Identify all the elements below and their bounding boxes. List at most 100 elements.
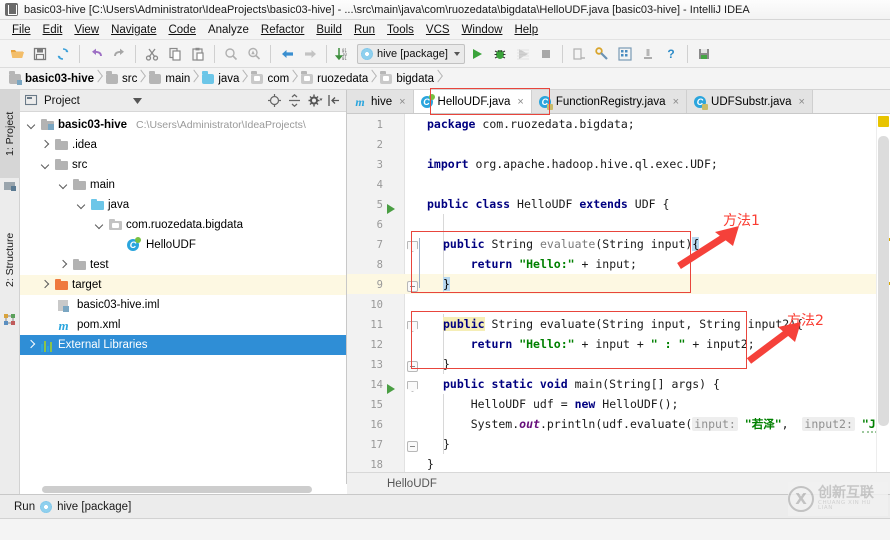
chevron-down-icon[interactable] bbox=[40, 160, 51, 171]
breadcrumb-label: com bbox=[267, 72, 290, 85]
chevron-right-icon[interactable] bbox=[40, 280, 51, 291]
open-project-icon[interactable] bbox=[6, 43, 28, 65]
menu-file[interactable]: File bbox=[6, 22, 37, 38]
fold-marker-icon[interactable] bbox=[407, 441, 418, 452]
breadcrumb-item-bigdata[interactable]: bigdata bbox=[377, 68, 443, 90]
java-decompiled-icon: C bbox=[692, 93, 709, 110]
hide-icon[interactable] bbox=[328, 94, 341, 107]
window-title: basic03-hive [C:\Users\Administrator\Ide… bbox=[24, 3, 750, 16]
paste-icon[interactable] bbox=[187, 43, 209, 65]
menu-code[interactable]: Code bbox=[162, 22, 202, 38]
code-editor[interactable]: 1 2 3 4 5 6 7 8 9 10 11 12 13 14 15 16 1… bbox=[347, 114, 890, 494]
sdk-icon[interactable] bbox=[637, 43, 659, 65]
forward-icon[interactable] bbox=[299, 43, 321, 65]
tab-hive[interactable]: m hive × bbox=[347, 90, 414, 113]
tree-item-iml[interactable]: basic03-hive.iml bbox=[20, 295, 346, 315]
breadcrumb-item-com[interactable]: com bbox=[248, 68, 298, 90]
back-icon[interactable] bbox=[276, 43, 298, 65]
cut-icon[interactable] bbox=[141, 43, 163, 65]
project-structure-icon[interactable] bbox=[614, 43, 636, 65]
settings-wrench-icon[interactable] bbox=[591, 43, 613, 65]
tree-item-src[interactable]: src bbox=[20, 155, 346, 175]
menu-view[interactable]: View bbox=[68, 22, 105, 38]
tree-item-idea[interactable]: .idea bbox=[20, 135, 346, 155]
fold-marker-icon[interactable] bbox=[407, 361, 418, 372]
run-method-marker-icon[interactable] bbox=[387, 384, 395, 394]
run-coverage-icon[interactable] bbox=[512, 43, 534, 65]
menu-navigate[interactable]: Navigate bbox=[105, 22, 162, 38]
menu-tools[interactable]: Tools bbox=[381, 22, 420, 38]
run-class-marker-icon[interactable] bbox=[387, 204, 395, 214]
close-icon[interactable]: × bbox=[673, 96, 679, 108]
chevron-right-icon[interactable] bbox=[40, 140, 51, 151]
caret-context-bar bbox=[419, 238, 420, 288]
run-tool-window-label[interactable]: Run bbox=[14, 501, 35, 513]
debug-icon[interactable] bbox=[489, 43, 511, 65]
replace-icon[interactable] bbox=[243, 43, 265, 65]
copy-icon[interactable] bbox=[164, 43, 186, 65]
run-icon[interactable] bbox=[466, 43, 488, 65]
sidebar-item-project[interactable]: 1: Project bbox=[0, 90, 20, 178]
find-icon[interactable] bbox=[220, 43, 242, 65]
menu-run[interactable]: Run bbox=[348, 22, 381, 38]
breadcrumb-item-module[interactable]: basic03-hive bbox=[6, 68, 103, 90]
project-horizontal-scrollbar[interactable] bbox=[20, 484, 347, 494]
tree-item-external-libraries[interactable]: External Libraries bbox=[20, 335, 346, 355]
tree-item-helloudf[interactable]: C HelloUDF bbox=[20, 235, 346, 255]
menu-refactor[interactable]: Refactor bbox=[255, 22, 310, 38]
chevron-right-icon[interactable] bbox=[58, 260, 69, 271]
stop-icon[interactable] bbox=[535, 43, 557, 65]
help-icon[interactable]: ? bbox=[660, 43, 682, 65]
tree-item-test[interactable]: test bbox=[20, 255, 346, 275]
settings-gear-icon[interactable] bbox=[308, 94, 323, 107]
menu-build[interactable]: Build bbox=[310, 22, 348, 38]
tab-functionregistry-java[interactable]: C FunctionRegistry.java × bbox=[531, 90, 688, 113]
save-all-icon[interactable] bbox=[29, 43, 51, 65]
menu-help[interactable]: Help bbox=[508, 22, 544, 38]
tree-item-pom[interactable]: m pom.xml bbox=[20, 315, 346, 335]
breadcrumb-item-java[interactable]: java bbox=[199, 68, 248, 90]
tree-item-main[interactable]: main bbox=[20, 175, 346, 195]
tab-helloudf-java[interactable]: C HelloUDF.java × bbox=[413, 90, 532, 113]
tree-item-basic03-hive[interactable]: basic03-hive C:\Users\Administrator\Idea… bbox=[20, 115, 346, 135]
undo-icon[interactable] bbox=[85, 43, 107, 65]
menu-edit[interactable]: Edit bbox=[37, 22, 69, 38]
breadcrumb-item-ruozedata[interactable]: ruozedata bbox=[298, 68, 377, 90]
editor-vertical-scrollbar[interactable] bbox=[878, 136, 889, 426]
menu-analyze[interactable]: Analyze bbox=[202, 22, 255, 38]
run-configuration-selector[interactable]: hive [package] bbox=[357, 43, 465, 64]
tree-item-package[interactable]: com.ruozedata.bigdata bbox=[20, 215, 346, 235]
tree-item-target[interactable]: target bbox=[20, 275, 346, 295]
tab-udfsubstr-java[interactable]: C UDFSubstr.java × bbox=[687, 90, 813, 113]
update-app-icon[interactable] bbox=[568, 43, 590, 65]
compile-icon[interactable]: 01 10 01 bbox=[332, 43, 354, 65]
close-icon[interactable]: × bbox=[399, 96, 405, 108]
close-icon[interactable]: × bbox=[799, 96, 805, 108]
fold-marker-icon[interactable] bbox=[407, 281, 418, 292]
project-panel-actions bbox=[268, 93, 341, 108]
chevron-down-icon[interactable] bbox=[132, 95, 142, 107]
chevron-down-icon[interactable] bbox=[94, 220, 105, 231]
breadcrumb-item-src[interactable]: src bbox=[103, 68, 146, 90]
run-tool-config-label[interactable]: hive [package] bbox=[57, 501, 131, 513]
breadcrumb-item-main[interactable]: main bbox=[146, 68, 199, 90]
sync-icon[interactable] bbox=[52, 43, 74, 65]
watermark-logo: 创新互联 CHUANG XIN HU LIAN bbox=[788, 482, 888, 516]
menu-window[interactable]: Window bbox=[456, 22, 509, 38]
chevron-down-icon[interactable] bbox=[58, 180, 69, 191]
save-db-icon[interactable] bbox=[693, 43, 715, 65]
tree-item-java[interactable]: java bbox=[20, 195, 346, 215]
tab-label: HelloUDF.java bbox=[437, 95, 511, 108]
collapse-all-icon[interactable] bbox=[288, 93, 301, 108]
chevron-right-icon[interactable] bbox=[26, 340, 37, 351]
line-number: 16 bbox=[370, 419, 383, 431]
close-icon[interactable]: × bbox=[517, 96, 523, 108]
inspection-status-indicator[interactable] bbox=[878, 116, 889, 127]
sidebar-item-structure[interactable]: 2: Structure bbox=[0, 210, 20, 310]
chevron-down-icon[interactable] bbox=[76, 200, 87, 211]
chevron-down-icon[interactable] bbox=[26, 120, 37, 131]
editor-marker-bar[interactable] bbox=[876, 114, 890, 494]
menu-vcs[interactable]: VCS bbox=[420, 22, 456, 38]
redo-icon[interactable] bbox=[108, 43, 130, 65]
locate-icon[interactable] bbox=[268, 94, 281, 107]
